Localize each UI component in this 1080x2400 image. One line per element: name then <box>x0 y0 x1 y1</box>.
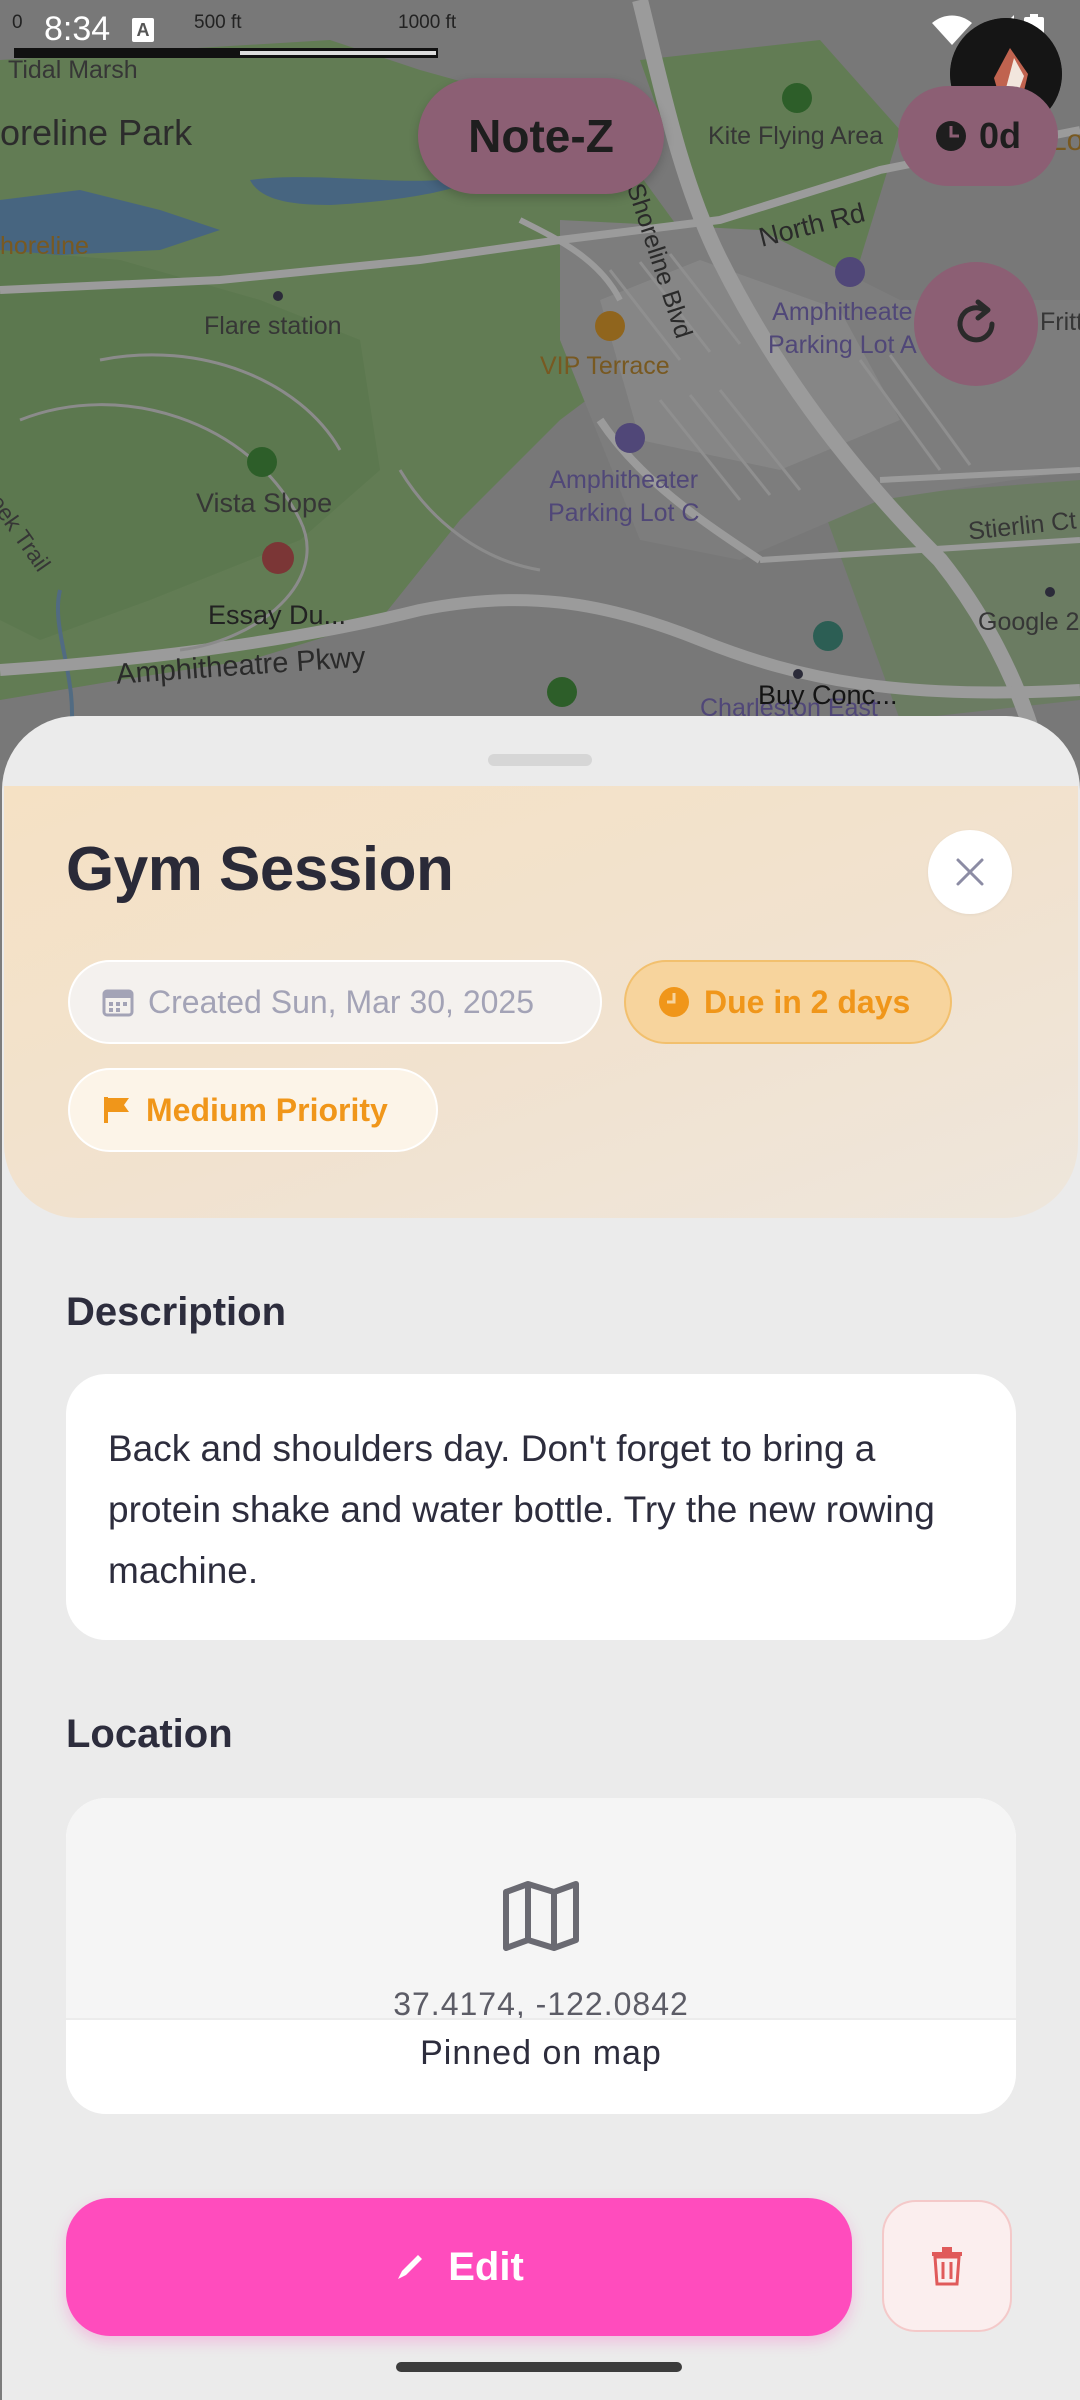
scale-label-500ft: 500 ft <box>194 12 242 33</box>
map-label-google: Google 2 <box>978 608 1080 636</box>
map-label-vip-terrace: VIP Terrace <box>540 352 670 380</box>
timer-pill[interactable]: 0d <box>898 86 1058 186</box>
description-heading: Description <box>66 1290 287 1334</box>
close-icon <box>956 858 984 886</box>
clock-icon <box>935 121 966 151</box>
description-text: Back and shoulders day. Don't forget to … <box>108 1428 935 1591</box>
pencil-icon <box>398 2255 423 2279</box>
clock-icon <box>659 987 689 1017</box>
map-label-fritt: Fritt <box>1040 308 1080 336</box>
description-card: Back and shoulders day. Don't forget to … <box>66 1374 1016 1640</box>
delete-button[interactable] <box>882 2200 1012 2332</box>
created-date-chip: Created Sun, Mar 30, 2025 <box>68 960 602 1044</box>
due-status-chip: Due in 2 days <box>624 960 952 1044</box>
task-title: Gym Session <box>66 835 454 904</box>
task-detail-sheet: Gym Session Created Sun, Mar 30, 2025 Du… <box>2 716 1080 2400</box>
map-label-flare-station: Flare station <box>204 312 342 340</box>
location-heading: Location <box>66 1712 233 1756</box>
map-label-buy-conc: Buy Conc... <box>758 680 898 710</box>
refresh-icon <box>957 299 995 343</box>
map-icon <box>503 1881 579 1951</box>
map-label-parking-lot-c: Amphitheater Parking Lot C <box>548 466 700 527</box>
edit-button[interactable]: Edit <box>66 2198 852 2336</box>
map-label-parking-lot-a: Amphitheate Parking Lot A <box>768 298 917 359</box>
scale-label-1000ft: 1000 ft <box>398 12 457 33</box>
map-label-shoreline-park: oreline Park <box>0 112 193 153</box>
priority-text: Medium Priority <box>146 1091 388 1128</box>
pinned-on-map-label: Pinned on map <box>420 2034 662 2072</box>
map-label-shoreline: horeline <box>0 232 89 260</box>
trash-icon <box>932 2247 962 2286</box>
home-indicator[interactable] <box>396 2362 682 2372</box>
priority-chip: Medium Priority <box>68 1068 438 1152</box>
edit-label: Edit <box>448 2244 524 2289</box>
status-time: 8:34 <box>44 10 111 48</box>
location-divider <box>66 2018 1016 2020</box>
calendar-icon <box>102 989 134 1017</box>
notification-icon: A <box>132 18 154 42</box>
map-label-kite-flying-area: Kite Flying Area <box>708 122 884 150</box>
map-label-vista-slope: Vista Slope <box>196 488 333 518</box>
close-button[interactable] <box>928 830 1012 914</box>
app-title: Note-Z <box>468 110 614 162</box>
sheet-drag-handle[interactable] <box>488 754 592 766</box>
map-label-essay-du: Essay Du... <box>208 600 347 630</box>
timer-label: 0d <box>978 115 1021 156</box>
scale-label-zero: 0 <box>12 12 23 33</box>
created-date-text: Created Sun, Mar 30, 2025 <box>148 983 535 1020</box>
flag-icon <box>104 1097 129 1123</box>
app-title-pill[interactable]: Note-Z <box>418 78 664 194</box>
location-card[interactable]: 37.4174, -122.0842 Pinned on map <box>66 1798 1016 2114</box>
refresh-button[interactable] <box>914 262 1038 386</box>
due-status-text: Due in 2 days <box>704 983 911 1020</box>
